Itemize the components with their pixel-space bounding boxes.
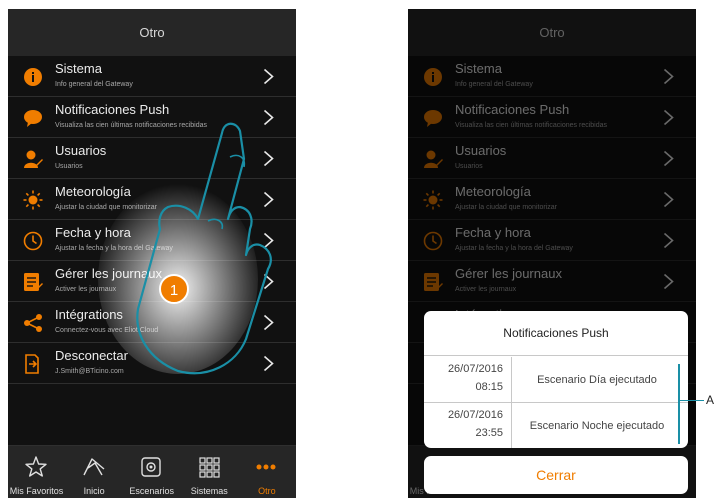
scenario-icon [139,455,163,479]
more-dots-icon [254,455,278,479]
callout-line [680,400,704,401]
phone-screen-menu: Otro Sistema Info general del Gateway Noti… [8,9,296,498]
tab-label: Sistemas [190,486,228,496]
home-icon [82,455,106,479]
tab-label: Escenarios [129,486,174,496]
tab-label: Otro [258,486,276,496]
sun-icon [23,190,43,210]
notifications-dialog: Notificaciones Push 26/07/2016 08:15 Esc… [424,311,688,448]
notification-datetime: 26/07/2016 23:55 [424,403,512,448]
logout-icon [23,354,43,374]
tab-escenarios[interactable]: Escenarios [123,446,180,498]
notification-row: 26/07/2016 08:15 Escenario Día ejecutado [424,357,688,403]
notification-text: Escenario Noche ejecutado [529,420,665,432]
star-icon [24,455,48,479]
notification-text: Escenario Día ejecutado [537,374,657,386]
tab-label: Inicio [83,486,105,496]
phone-screen-dialog: Otro SistemaInfo general del GatewayNoti… [408,9,696,498]
tab-sistemas[interactable]: Sistemas [181,446,238,498]
dialog-title: Notificaciones Push [424,311,688,356]
step-number: 1 [170,282,178,299]
grid-icon [197,455,221,479]
tab-otro[interactable]: Otro [238,446,295,498]
clock-icon [23,231,43,251]
chevron-right-icon [263,68,274,85]
menu-item-subtitle: Info general del Gateway [55,81,133,88]
speech-bubble-icon [23,108,43,128]
tab-label: Mis Favoritos [9,486,64,496]
notification-time: 23:55 [475,427,503,439]
tab-mis-favoritos[interactable]: Mis Favoritos [8,446,65,498]
page-title: Otro [8,9,296,56]
notification-date: 26/07/2016 [447,363,503,375]
notification-row: 26/07/2016 23:55 Escenario Noche ejecuta… [424,403,688,448]
menu-item-title: Sistema [55,61,102,76]
close-button[interactable]: Cerrar [424,456,688,494]
tab-inicio[interactable]: Inicio [66,446,123,498]
notification-date: 26/07/2016 [447,409,503,421]
user-edit-icon [23,149,43,169]
callout-label: A [706,393,715,407]
list-scroll-indicator [678,364,680,444]
tab-bar: Mis Favoritos Inicio Escenarios Sistemas Otr… [8,445,296,498]
notification-time: 08:15 [475,381,503,393]
menu-item-sistema[interactable]: Sistema Info general del Gateway [8,56,296,97]
info-icon [23,67,43,87]
log-book-icon [23,272,43,292]
share-icon [23,313,43,333]
pointing-hand-illustration: 1 [98,122,272,375]
notification-datetime: 26/07/2016 08:15 [424,357,512,403]
